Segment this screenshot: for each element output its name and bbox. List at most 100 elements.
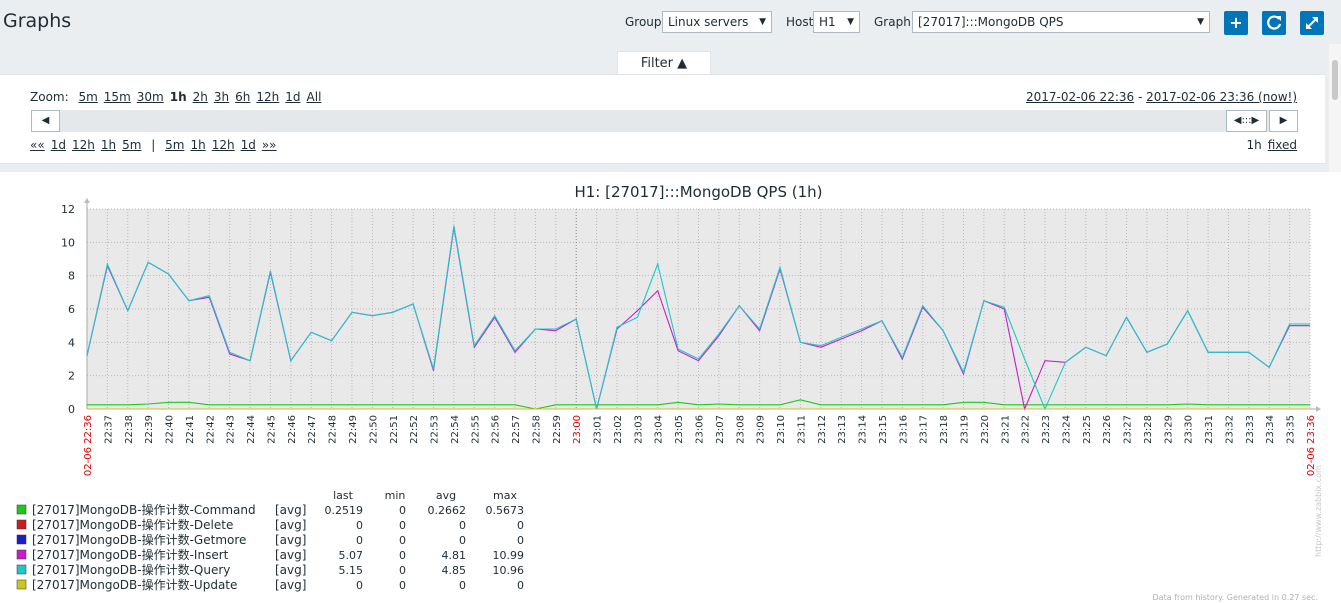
filter-tab[interactable]: Filter ▲ [617, 51, 711, 76]
x-tick-label: 23:31 [1204, 415, 1215, 444]
chevron-down-icon: ▼ [759, 17, 766, 27]
x-tick-label: 22:37 [103, 415, 114, 444]
legend-color-swatch [16, 564, 27, 575]
x-tick-label: 23:18 [939, 415, 950, 444]
x-tick-label: 23:10 [776, 415, 787, 444]
nav-back-4[interactable]: 5m [122, 138, 141, 152]
legend-item-func: [avg] [275, 578, 306, 592]
legend-value-last: 0 [356, 519, 363, 532]
fullscreen-icon [1306, 17, 1318, 29]
nav-separator: | [151, 138, 156, 152]
legend-header-min: min [385, 489, 406, 502]
legend-value-min: 0 [399, 504, 406, 517]
nav-back-1[interactable]: 1d [51, 138, 66, 152]
x-tick-label: 23:33 [1245, 415, 1256, 444]
nav-back-2[interactable]: 12h [72, 138, 95, 152]
x-tick-label: 22:42 [205, 415, 216, 444]
zoom-bar: Zoom: 5m 15m 30m 1h 2h 3h 6h 12h 1d All [30, 90, 321, 104]
x-tick-label: 23:16 [898, 415, 909, 444]
x-tick-label: 22:48 [328, 415, 339, 444]
zoom-all[interactable]: All [307, 90, 322, 104]
generated-footer: Data from history. Generated in 0.27 sec… [1153, 593, 1318, 602]
legend-header-last: last [333, 489, 354, 502]
legend-header-avg: avg [436, 489, 456, 502]
refresh-button[interactable] [1262, 11, 1286, 35]
nav-fwd-0[interactable]: 5m [165, 138, 184, 152]
legend-item-name: [27017]MongoDB-操作计数-Getmore [32, 532, 246, 547]
nav-back-3[interactable]: 1h [101, 138, 116, 152]
period-to-link[interactable]: 2017-02-06 23:36 (now!) [1146, 90, 1297, 104]
x-tick-label: 23:25 [1082, 415, 1093, 444]
legend-color-swatch [16, 504, 27, 515]
nav-fwd-2[interactable]: 12h [212, 138, 235, 152]
zoom-1h[interactable]: 1h [170, 90, 187, 104]
graph-select[interactable]: [27017]:::MongoDB QPS ▼ [912, 11, 1210, 33]
zoom-2h[interactable]: 2h [193, 90, 208, 104]
nav-fwd-1[interactable]: 1h [190, 138, 205, 152]
x-tick-label: 22:43 [226, 415, 237, 444]
zabbix-watermark: http://www.zabbix.com [1314, 465, 1323, 557]
x-tick-label: 22:41 [185, 415, 196, 444]
graph-chart: H1: [27017]:::MongoDB QPS (1h)0 2 4 6 8 10 122… [16, 183, 1323, 602]
fullscreen-button[interactable] [1300, 11, 1324, 35]
x-start-label: 02-06 22:36 [83, 415, 94, 476]
legend-value-avg: 0 [459, 579, 466, 592]
legend-item-func: [avg] [275, 503, 306, 517]
legend-color-swatch [16, 519, 27, 530]
scroll-handle[interactable]: ◀:::▶ [1226, 110, 1267, 132]
x-tick-label: 23:09 [756, 415, 767, 444]
zoom-30m[interactable]: 30m [137, 90, 164, 104]
nav-fwd-3[interactable]: 1d [241, 138, 256, 152]
x-tick-label: 23:27 [1123, 415, 1134, 444]
legend-value-last: 5.07 [339, 549, 364, 562]
x-tick-label: 23:07 [715, 415, 726, 444]
period-from-link[interactable]: 2017-02-06 22:36 [1026, 90, 1134, 104]
x-tick-label: 23:03 [633, 415, 644, 444]
x-tick-label: 23:28 [1143, 415, 1154, 444]
legend-item-func: [avg] [275, 548, 306, 562]
legend-value-last: 0 [356, 579, 363, 592]
host-select[interactable]: H1 ▼ [813, 11, 860, 33]
y-tick-label: 6 [68, 303, 75, 316]
legend-item-func: [avg] [275, 518, 306, 532]
x-tick-label: 22:49 [348, 415, 359, 444]
nav-back-0[interactable]: «« [30, 138, 45, 152]
x-tick-label: 23:15 [878, 415, 889, 444]
x-tick-label: 23:00 [572, 415, 583, 444]
group-select[interactable]: Linux servers ▼ [662, 11, 772, 33]
x-tick-label: 22:38 [124, 415, 135, 444]
page-title: Graphs [3, 10, 72, 32]
zoom-6h[interactable]: 6h [235, 90, 250, 104]
host-select-value: H1 [819, 15, 836, 29]
legend-value-max: 10.99 [493, 549, 525, 562]
x-tick-label: 23:19 [959, 415, 970, 444]
period-navigation: «« 1d 12h 1h 5m | 5m 1h 12h 1d »» [30, 138, 277, 152]
zoom-3h[interactable]: 3h [214, 90, 229, 104]
filter-panel: Zoom: 5m 15m 30m 1h 2h 3h 6h 12h 1d All 2017-02-0… [0, 74, 1325, 164]
x-tick-label: 23:24 [1061, 415, 1072, 444]
scroll-left-button[interactable]: ◀ [31, 110, 60, 132]
zoom-12h[interactable]: 12h [256, 90, 279, 104]
x-tick-label: 22:59 [552, 415, 563, 444]
x-tick-label: 23:14 [858, 415, 869, 444]
fixed-toggle-link[interactable]: fixed [1268, 138, 1297, 152]
x-tick-label: 22:39 [144, 415, 155, 444]
scroll-right-button[interactable]: ▶ [1269, 110, 1298, 132]
timeline-scrollbar[interactable]: ◀ ◀:::▶ ▶ [31, 110, 1298, 132]
legend-value-max: 0.5673 [486, 504, 525, 517]
legend-value-min: 0 [399, 519, 406, 532]
legend-color-swatch [16, 534, 27, 545]
group-label: Group [625, 15, 662, 29]
zoom-1d[interactable]: 1d [285, 90, 300, 104]
legend-color-swatch [16, 579, 27, 590]
graph-label: Graph [874, 15, 911, 29]
x-tick-label: 22:58 [531, 415, 542, 444]
zoom-15m[interactable]: 15m [104, 90, 131, 104]
chevron-down-icon: ▼ [847, 17, 854, 27]
add-to-favourites-button[interactable]: + [1224, 11, 1248, 35]
zoom-5m[interactable]: 5m [78, 90, 97, 104]
period-separator: - [1134, 90, 1147, 104]
x-tick-label: 23:17 [919, 415, 930, 444]
nav-fwd-4[interactable]: »» [262, 138, 277, 152]
page-scrollbar-thumb[interactable] [1332, 60, 1338, 100]
